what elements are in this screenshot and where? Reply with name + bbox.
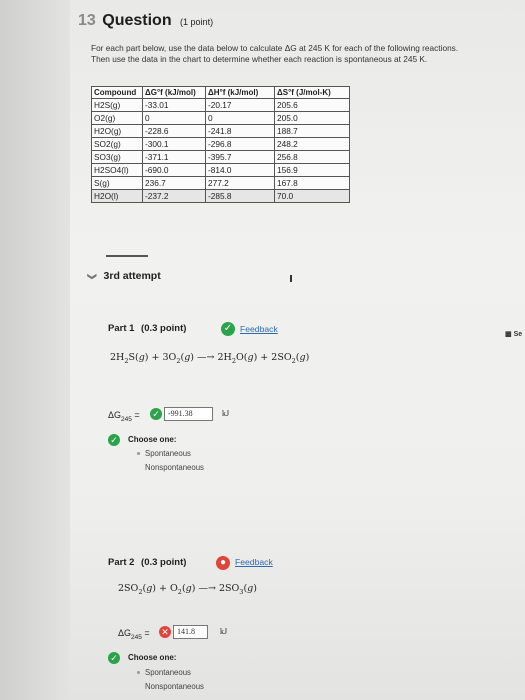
cell-compound: H2O(l) xyxy=(91,189,143,203)
part2-title: Part 2 xyxy=(108,557,135,568)
attempt-header[interactable]: ❯ 3rd attempt xyxy=(86,270,161,282)
question-number: 13 xyxy=(78,12,96,29)
part1-answer-input[interactable]: -991.38 xyxy=(164,407,213,421)
section-divider xyxy=(106,255,148,257)
cell-compound: H2O(g) xyxy=(91,124,143,138)
cell-dh: -241.8 xyxy=(205,124,275,138)
part1-option-nonspontaneous[interactable]: Nonspontaneous xyxy=(145,463,204,472)
table-header-row: Compound ΔG°f (kJ/mol) ΔH°f (kJ/mol) ΔS°… xyxy=(91,86,350,99)
table-row: S(g) 236.7 277.2 167.8 xyxy=(91,176,350,190)
table-row: H2S(g) -33.01 -20.17 205.6 xyxy=(91,98,350,112)
x-icon: ✕ xyxy=(159,626,171,638)
part1-title: Part 1 xyxy=(108,323,135,334)
header-compound: Compound xyxy=(91,86,143,99)
mouse-cursor xyxy=(290,275,292,282)
header-ds: ΔS°f (J/mol-K) xyxy=(274,86,350,99)
instructions: For each part below, use the data below … xyxy=(91,43,511,65)
part1-equation: 2H2S(g) + 3O2(g) —→ 2H2O(g) + 2SO2(g) xyxy=(110,352,310,365)
cell-dh: -296.8 xyxy=(205,137,275,151)
part2-option-spontaneous[interactable]: Spontaneous xyxy=(145,668,191,677)
cell-compound: H2S(g) xyxy=(91,98,143,112)
cell-dh: -395.7 xyxy=(205,150,275,164)
selected-bullet xyxy=(137,671,140,674)
attempt-label: 3rd attempt xyxy=(103,270,161,282)
thermo-data-table: Compound ΔG°f (kJ/mol) ΔH°f (kJ/mol) ΔS°… xyxy=(91,86,350,203)
cell-dg: -690.0 xyxy=(142,163,206,177)
cell-ds: 70.0 xyxy=(274,189,350,203)
cell-compound: SO3(g) xyxy=(91,150,143,164)
cell-compound: SO2(g) xyxy=(91,137,143,151)
part2-dg-label: ΔG245 = xyxy=(118,628,150,641)
cell-compound: H2SO4(l) xyxy=(91,163,143,177)
table-row: SO3(g) -371.1 -395.7 256.8 xyxy=(91,150,350,164)
cell-dg: -371.1 xyxy=(142,150,206,164)
cell-ds: 248.2 xyxy=(274,137,350,151)
cell-dg: -33.01 xyxy=(142,98,206,112)
table-row: SO2(g) -300.1 -296.8 248.2 xyxy=(91,137,350,151)
part2-feedback-link[interactable]: Feedback xyxy=(235,557,273,567)
cell-dh: -814.0 xyxy=(205,163,275,177)
cell-dh: 277.2 xyxy=(205,176,275,190)
part2-equation: 2SO2(g) + O2(g) —→ 2SO3(g) xyxy=(118,583,257,596)
cell-dh: 0 xyxy=(205,111,275,125)
cell-dg: 236.7 xyxy=(142,176,206,190)
table-row: H2SO4(l) -690.0 -814.0 156.9 xyxy=(91,163,350,177)
part1-feedback-link[interactable]: Feedback xyxy=(240,324,278,334)
header-dg: ΔG°f (kJ/mol) xyxy=(142,86,206,99)
check-icon: ✓ xyxy=(221,322,235,336)
part1-heading: Part 1 (0.3 point) xyxy=(108,323,186,334)
part1-choose-label: Choose one: xyxy=(128,435,177,444)
part1-unit: kJ xyxy=(222,409,230,418)
cell-dg: 0 xyxy=(142,111,206,125)
cell-dh: -20.17 xyxy=(205,98,275,112)
part2-option-nonspontaneous[interactable]: Nonspontaneous xyxy=(145,682,204,691)
cell-ds: 205.6 xyxy=(274,98,350,112)
cell-ds: 188.7 xyxy=(274,124,350,138)
check-icon: ✓ xyxy=(108,652,120,664)
page: 13 Question (1 point) For each part belo… xyxy=(0,0,525,700)
part2-heading: Part 2 (0.3 point) xyxy=(108,557,186,568)
question-title: Question xyxy=(102,12,172,29)
part2-choose-label: Choose one: xyxy=(128,653,177,662)
part2-unit: kJ xyxy=(220,627,228,636)
table-row: H2O(g) -228.6 -241.8 188.7 xyxy=(91,124,350,138)
selected-bullet xyxy=(137,452,140,455)
cell-dg: -228.6 xyxy=(142,124,206,138)
cell-dh: -285.8 xyxy=(205,189,275,203)
cell-dg: -237.2 xyxy=(142,189,206,203)
cell-compound: S(g) xyxy=(91,176,143,190)
feedback-status-icon: ● xyxy=(216,556,230,570)
instructions-line-1: For each part below, use the data below … xyxy=(91,43,459,53)
cell-ds: 167.8 xyxy=(274,176,350,190)
chevron-down-icon[interactable]: ❯ xyxy=(86,273,97,281)
part1-option-spontaneous[interactable]: Spontaneous xyxy=(145,449,191,458)
table-row: H2O(l) -237.2 -285.8 70.0 xyxy=(91,189,350,203)
part2-answer-input[interactable]: 141.8 xyxy=(173,625,208,639)
check-icon: ✓ xyxy=(108,434,120,446)
side-panel-label[interactable]: ▩ Se xyxy=(505,330,522,338)
left-margin xyxy=(0,0,70,700)
cell-ds: 205.0 xyxy=(274,111,350,125)
cell-dg: -300.1 xyxy=(142,137,206,151)
part2-points: (0.3 point) xyxy=(141,557,187,568)
cell-compound: O2(g) xyxy=(91,111,143,125)
question-points: (1 point) xyxy=(180,17,214,27)
header-dh: ΔH°f (kJ/mol) xyxy=(205,86,275,99)
question-header: 13 Question (1 point) xyxy=(78,12,213,30)
instructions-line-2: Then use the data in the chart to determ… xyxy=(91,54,428,64)
table-row: O2(g) 0 0 205.0 xyxy=(91,111,350,125)
cell-ds: 156.9 xyxy=(274,163,350,177)
check-icon: ✓ xyxy=(150,408,162,420)
cell-ds: 256.8 xyxy=(274,150,350,164)
part1-dg-label: ΔG245 = xyxy=(108,410,140,423)
part1-points: (0.3 point) xyxy=(141,323,187,334)
